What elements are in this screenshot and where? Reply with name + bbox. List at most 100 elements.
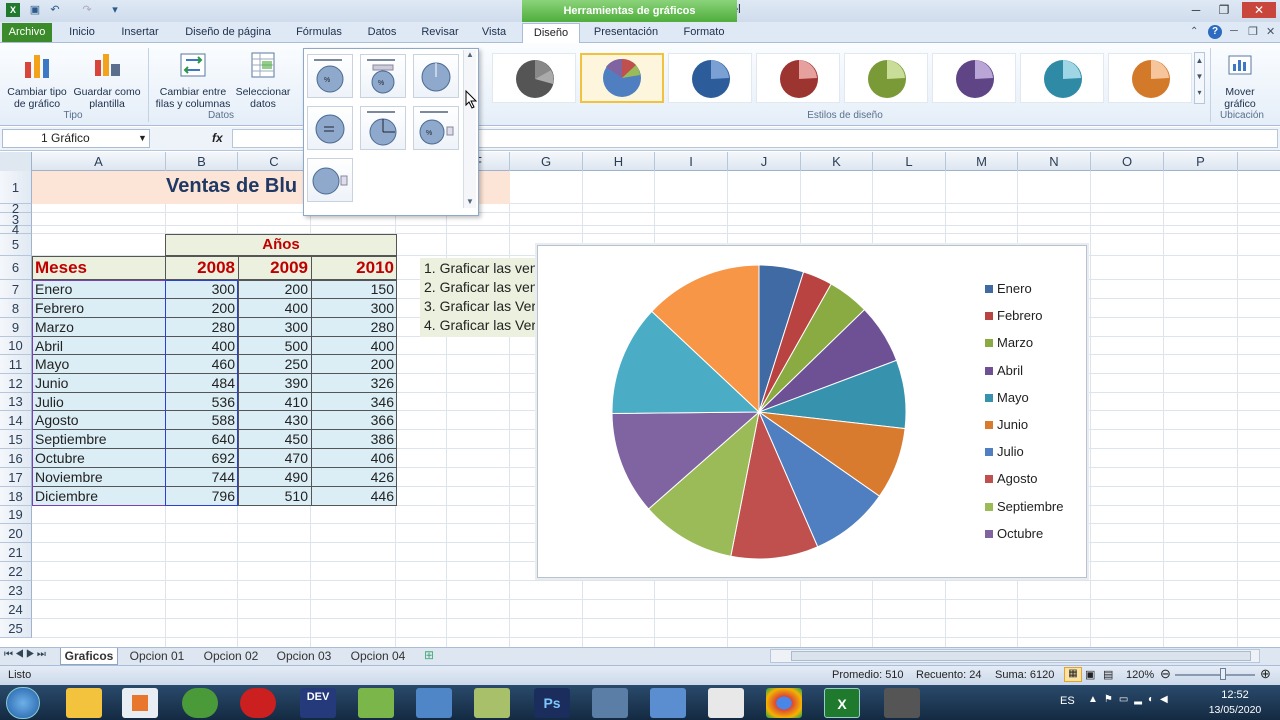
chrome-icon[interactable] [766, 688, 802, 718]
tab-vista[interactable]: Vista [474, 25, 514, 43]
legend-item[interactable]: Agosto [985, 471, 1037, 486]
legend-item[interactable]: Marzo [985, 335, 1033, 350]
row-header-1[interactable]: 1 [0, 171, 32, 204]
row-header-17[interactable]: 17 [0, 468, 32, 487]
table-cell-v2009[interactable]: 300 [241, 318, 311, 337]
column-header-i[interactable]: I [655, 152, 728, 171]
year-header-2010[interactable]: 2010 [311, 258, 397, 277]
tab-archivo[interactable]: Archivo [2, 23, 52, 42]
tab-diseno-pagina[interactable]: Diseño de página [178, 25, 278, 43]
instruction-line[interactable]: 4. Graficar las Ver [424, 316, 536, 335]
sheet-tab-opcion-02[interactable]: Opcion 02 [198, 648, 264, 665]
styles-gallery-scroll[interactable]: ▲ ▼ ▾ [1194, 52, 1205, 104]
row-header-24[interactable]: 24 [0, 600, 32, 619]
row-header-7[interactable]: 7 [0, 280, 32, 299]
app-cube-2-icon[interactable] [650, 688, 686, 718]
row-header-20[interactable]: 20 [0, 524, 32, 543]
year-header-2008[interactable]: 2008 [165, 258, 238, 277]
tray-icons[interactable]: ▲⚑▭▂◐◀ [1088, 694, 1174, 705]
app-cube-icon[interactable] [358, 688, 394, 718]
chart-style-4[interactable] [756, 53, 840, 103]
row-header-25[interactable]: 25 [0, 619, 32, 638]
chart-style-7[interactable] [1020, 53, 1104, 103]
app-dinosaur-icon[interactable] [708, 688, 744, 718]
name-box[interactable]: 1 Gráfico [2, 129, 150, 148]
column-header-g[interactable]: G [510, 152, 583, 171]
tab-formulas[interactable]: Fórmulas [290, 25, 348, 43]
legend-item[interactable]: Septiembre [985, 499, 1063, 514]
zoom-slider[interactable] [1175, 674, 1255, 676]
table-cell-v2009[interactable]: 430 [241, 411, 311, 430]
table-cell-v2010[interactable]: 426 [314, 468, 397, 487]
column-header-n[interactable]: N [1018, 152, 1091, 171]
zoom-level[interactable]: 120% [1126, 669, 1154, 681]
legend-item[interactable]: Abril [985, 363, 1023, 378]
language-indicator[interactable]: ES [1060, 695, 1075, 707]
table-cell-v2010[interactable]: 280 [314, 318, 397, 337]
row-header-5[interactable]: 5 [0, 234, 32, 256]
chart-style-2-selected[interactable] [580, 53, 664, 103]
save-template-button[interactable]: Guardar como plantilla [72, 50, 142, 110]
table-cell-v2009[interactable]: 450 [241, 430, 311, 449]
doc-close-icon[interactable]: ✕ [1266, 25, 1275, 38]
table-cell-v2009[interactable]: 400 [241, 299, 311, 318]
chart-style-5[interactable] [844, 53, 928, 103]
switch-row-column-button[interactable]: Cambiar entre filas y columnas [154, 50, 232, 110]
legend-item[interactable]: Junio [985, 417, 1028, 432]
table-cell-v2010[interactable]: 406 [314, 449, 397, 468]
select-data-button[interactable]: Seleccionar datos [234, 50, 292, 110]
sheet-tab-opcion-01[interactable]: Opcion 01 [124, 648, 190, 665]
column-header-c[interactable]: C [238, 152, 311, 171]
table-cell-v2010[interactable]: 200 [314, 355, 397, 374]
clock-date[interactable]: 13/05/2020 [1200, 704, 1270, 716]
chart-style-3[interactable] [668, 53, 752, 103]
column-header-k[interactable]: K [801, 152, 873, 171]
legend-item[interactable]: Enero [985, 281, 1032, 296]
chart-style-8[interactable] [1108, 53, 1192, 103]
layout-option-7[interactable] [307, 158, 353, 202]
row-header-6[interactable]: 6 [0, 256, 32, 280]
column-header-m[interactable]: M [946, 152, 1018, 171]
photoshop-icon[interactable]: Ps [534, 688, 570, 718]
row-header-4[interactable]: 4 [0, 223, 32, 236]
page-layout-view-icon[interactable]: ▣ [1085, 668, 1095, 681]
function-icon[interactable]: fx [212, 131, 223, 145]
app-icon-green[interactable] [182, 688, 218, 718]
table-cell-v2010[interactable]: 150 [314, 280, 397, 299]
instruction-line[interactable]: 1. Graficar las ven [424, 259, 538, 278]
row-header-13[interactable]: 13 [0, 393, 32, 411]
tab-revisar[interactable]: Revisar [416, 25, 464, 43]
tab-formato[interactable]: Formato [676, 25, 732, 43]
row-header-10[interactable]: 10 [0, 337, 32, 355]
clock-time[interactable]: 12:52 [1205, 689, 1265, 701]
horizontal-scrollbar[interactable] [770, 649, 1260, 663]
move-chart-button[interactable]: Mover gráfico [1214, 50, 1266, 110]
layout-option-3[interactable] [413, 54, 459, 98]
table-cell-v2010[interactable]: 400 [314, 337, 397, 355]
table-cell-v2009[interactable]: 200 [241, 280, 311, 299]
table-cell-v2009[interactable]: 510 [241, 487, 311, 506]
legend-item[interactable]: Julio [985, 444, 1024, 459]
row-header-21[interactable]: 21 [0, 543, 32, 562]
table-cell-v2009[interactable]: 470 [241, 449, 311, 468]
sheet-tab-opcion-04[interactable]: Opcion 04 [345, 648, 411, 665]
select-all-corner[interactable] [0, 152, 32, 171]
start-button-icon[interactable] [6, 687, 40, 719]
file-explorer-icon[interactable] [66, 688, 102, 718]
column-header-a[interactable]: A [32, 152, 166, 171]
media-player-icon[interactable] [122, 688, 158, 718]
table-cell-v2009[interactable]: 250 [241, 355, 311, 374]
network-app-icon[interactable] [592, 688, 628, 718]
close-icon[interactable]: ✕ [1242, 2, 1276, 18]
zoom-out-icon[interactable]: ⊖ [1160, 666, 1171, 682]
row-header-15[interactable]: 15 [0, 430, 32, 449]
row-header-14[interactable]: 14 [0, 411, 32, 430]
chart-style-6[interactable] [932, 53, 1016, 103]
collapse-ribbon-icon[interactable]: ⌃ [1190, 26, 1198, 37]
meses-header[interactable]: Meses [35, 258, 87, 277]
instruction-line[interactable]: 2. Graficar las ven [424, 278, 538, 297]
layout-option-4[interactable] [307, 106, 353, 150]
doc-minimize-icon[interactable]: ─ [1230, 25, 1238, 37]
excel-taskbar-icon[interactable]: X [824, 688, 860, 718]
restore-icon[interactable]: ❐ [1212, 2, 1236, 18]
